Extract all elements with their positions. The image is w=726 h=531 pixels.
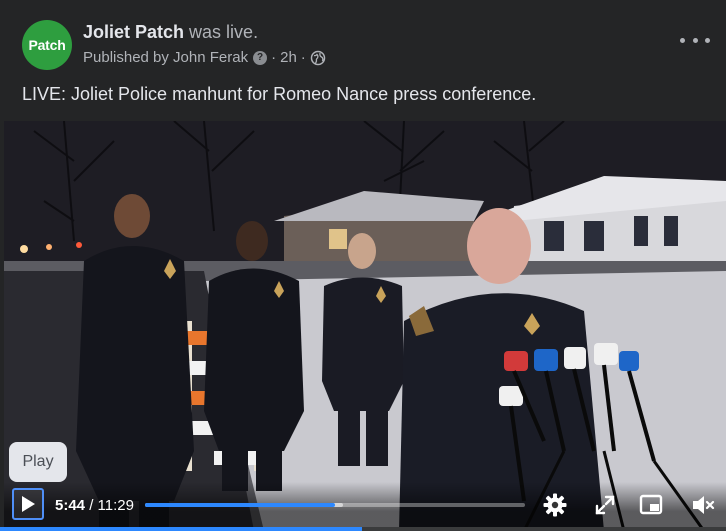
live-status-text: was live. <box>189 22 259 42</box>
expand-arrows-icon[interactable] <box>592 492 618 518</box>
play-button[interactable] <box>12 488 44 520</box>
meta-separator: · <box>271 49 277 66</box>
published-by-text[interactable]: Published by John Ferak <box>83 49 248 66</box>
total-time: 11:29 <box>97 497 134 514</box>
play-icon <box>22 496 35 512</box>
post-bottom-progress <box>0 527 726 531</box>
question-circle-icon[interactable]: ? <box>253 50 268 65</box>
current-time: 5:44 <box>55 497 86 514</box>
post-timestamp[interactable]: 2h <box>280 49 297 66</box>
time-separator: / <box>85 497 98 514</box>
video-player[interactable] <box>4 121 726 531</box>
more-horizontal-icon[interactable] <box>680 30 710 50</box>
gear-icon[interactable] <box>542 492 568 518</box>
globe-icon[interactable] <box>310 50 326 66</box>
post-text: LIVE: Joliet Police manhunt for Romeo Na… <box>22 84 537 104</box>
volume-muted-icon[interactable] <box>690 492 716 518</box>
page-avatar[interactable]: Patch <box>22 20 72 70</box>
progress-fill <box>145 503 335 507</box>
picture-in-picture-icon[interactable] <box>638 492 664 518</box>
video-frame <box>4 121 726 531</box>
video-progress-bar[interactable] <box>145 503 525 507</box>
post-card: Patch Joliet Patch was live. Published b… <box>0 0 726 531</box>
play-tooltip: Play <box>9 442 67 482</box>
meta-separator-2: · <box>300 49 306 66</box>
video-time: 5:44 / 11:29 <box>55 497 134 514</box>
avatar-logo-text: Patch <box>28 37 66 53</box>
page-name-link[interactable]: Joliet Patch <box>83 22 184 42</box>
post-title-line: Joliet Patch was live. <box>83 22 258 43</box>
bottom-progress-fill <box>0 527 363 531</box>
post-meta: Published by John Ferak ? · 2h · <box>83 49 326 66</box>
